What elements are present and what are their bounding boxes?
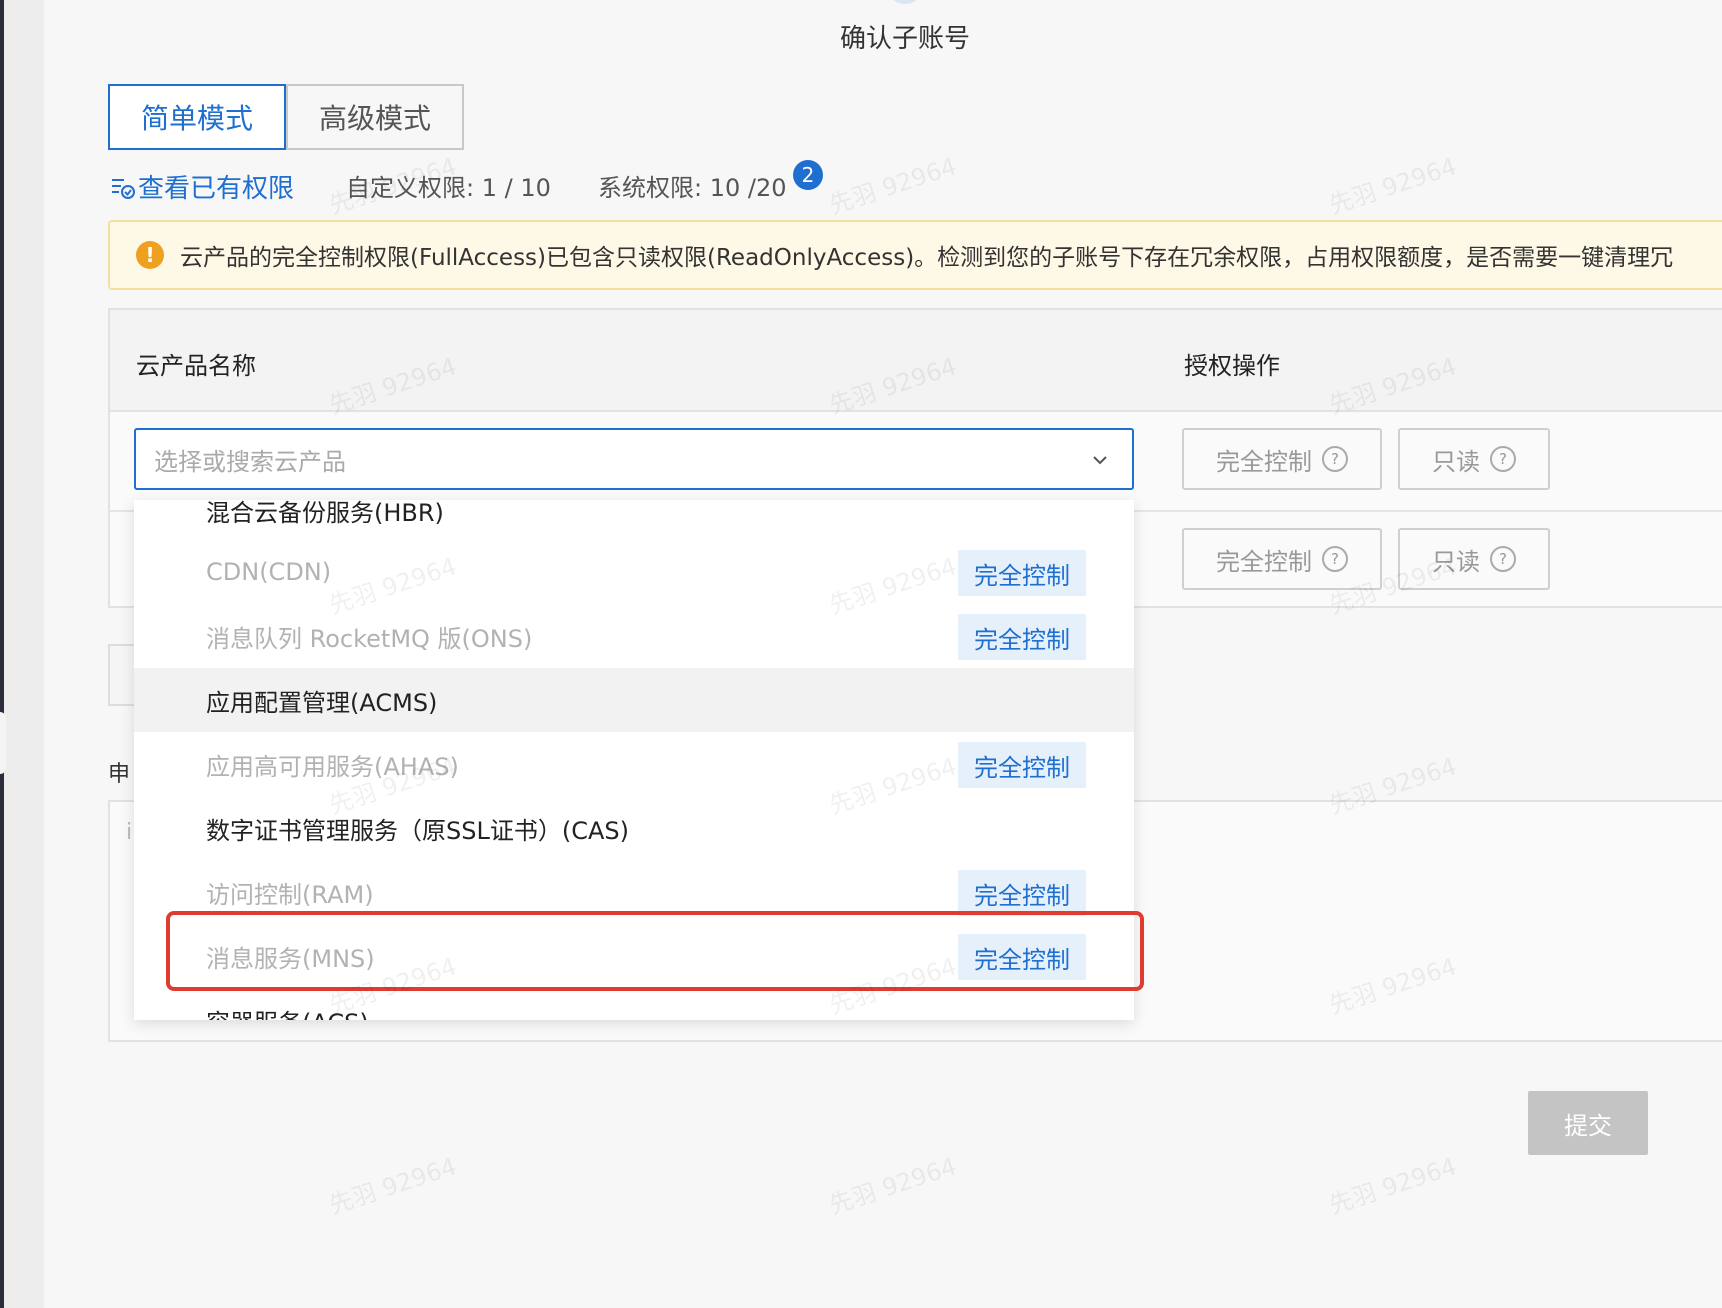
system-permission-count: 系统权限: 10 /20	[598, 174, 787, 202]
read-only-button[interactable]: 只读?	[1398, 428, 1550, 490]
col-header-product: 云产品名称	[136, 352, 256, 380]
dropdown-item-ahas: 应用高可用服务(AHAS) 完全控制	[134, 732, 1134, 796]
dropdown-item-label: 应用高可用服务(AHAS)	[206, 752, 459, 781]
view-permissions-link[interactable]: 查看已有权限	[110, 168, 294, 205]
product-select-placeholder: 选择或搜索云产品	[154, 447, 346, 476]
tab-simple-mode[interactable]: 简单模式	[108, 84, 286, 150]
watermark: 先羽 92964	[825, 1152, 960, 1220]
textarea-placeholder: i	[126, 820, 133, 845]
help-icon[interactable]: ?	[1490, 446, 1516, 472]
dropdown-item-acms[interactable]: 应用配置管理(ACMS)	[134, 668, 1134, 732]
dropdown-item-label: 混合云备份服务(HBR)	[206, 500, 444, 527]
list-check-icon	[112, 178, 135, 199]
watermark: 先羽 92964	[825, 152, 960, 220]
rail-notch	[0, 712, 6, 774]
step-title: 确认子账号	[839, 24, 970, 54]
dropdown-item-label: 访问控制(RAM)	[206, 880, 374, 909]
dropdown-item-ram: 访问控制(RAM) 完全控制	[134, 860, 1134, 924]
help-icon[interactable]: ?	[1490, 546, 1516, 572]
dropdown-item-acs[interactable]: 容器服务(ACS)	[134, 988, 1134, 1021]
help-icon[interactable]: ?	[1322, 446, 1348, 472]
watermark: 先羽 92964	[325, 1152, 460, 1220]
full-control-button-row2[interactable]: 完全控制?	[1182, 528, 1382, 590]
dropdown-item-cas[interactable]: 数字证书管理服务（原SSL证书）(CAS)	[134, 796, 1134, 860]
dropdown-item-cdn: CDN(CDN) 完全控制	[134, 540, 1134, 604]
left-panel	[4, 0, 44, 1308]
dropdown-item-label: 应用配置管理(ACMS)	[206, 688, 438, 717]
dropdown-item-label: 数字证书管理服务（原SSL证书）(CAS)	[206, 816, 629, 845]
dropdown-item-mns: 消息服务(MNS) 完全控制	[134, 924, 1134, 988]
full-control-tag: 完全控制	[958, 870, 1086, 916]
redundant-permission-alert: ! 云产品的完全控制权限(FullAccess)已包含只读权限(ReadOnly…	[108, 220, 1722, 290]
help-icon[interactable]: ?	[1322, 546, 1348, 572]
dropdown-item-label: CDN(CDN)	[206, 558, 332, 586]
watermark: 先羽 92964	[1325, 152, 1460, 220]
alert-text: 云产品的完全控制权限(FullAccess)已包含只读权限(ReadOnlyAc…	[180, 245, 1674, 271]
submit-button[interactable]: 提交	[1528, 1091, 1648, 1155]
warning-icon: !	[136, 241, 164, 269]
watermark: 先羽 92964	[1325, 1152, 1460, 1220]
full-control-label: 完全控制	[1216, 547, 1312, 576]
view-permissions-label: 查看已有权限	[138, 174, 295, 204]
dropdown-item-ons: 消息队列 RocketMQ 版(ONS) 完全控制	[134, 604, 1134, 668]
step-indicator-icon	[887, 0, 923, 4]
product-select[interactable]: 选择或搜索云产品	[134, 428, 1134, 490]
count-badge: 2	[793, 160, 823, 190]
full-control-label: 完全控制	[1216, 447, 1312, 476]
full-control-tag: 完全控制	[958, 934, 1086, 980]
mode-tabs: 简单模式 高级模式	[108, 84, 464, 152]
dropdown-item-label: 消息服务(MNS)	[206, 944, 375, 973]
full-control-button[interactable]: 完全控制?	[1182, 428, 1382, 490]
full-control-tag: 完全控制	[958, 742, 1086, 788]
read-only-button-row2[interactable]: 只读?	[1398, 528, 1550, 590]
table-header: 云产品名称 授权操作	[110, 310, 1722, 412]
dropdown-item-label: 容器服务(ACS)	[206, 1003, 369, 1021]
product-dropdown: 混合云备份服务(HBR) CDN(CDN) 完全控制 消息队列 RocketMQ…	[134, 500, 1134, 1020]
dropdown-item-label: 消息队列 RocketMQ 版(ONS)	[206, 624, 533, 653]
chevron-down-icon	[1093, 456, 1107, 465]
full-control-tag: 完全控制	[958, 550, 1086, 596]
dropdown-item-hbr[interactable]: 混合云备份服务(HBR)	[134, 500, 1134, 542]
tab-advanced-mode[interactable]: 高级模式	[286, 84, 464, 150]
apply-reason-label: 申	[108, 762, 131, 787]
read-only-label: 只读	[1432, 547, 1480, 576]
read-only-label: 只读	[1432, 447, 1480, 476]
full-control-tag: 完全控制	[958, 614, 1086, 660]
custom-permission-count: 自定义权限: 1 / 10	[346, 174, 551, 202]
col-header-action: 授权操作	[1184, 352, 1280, 380]
